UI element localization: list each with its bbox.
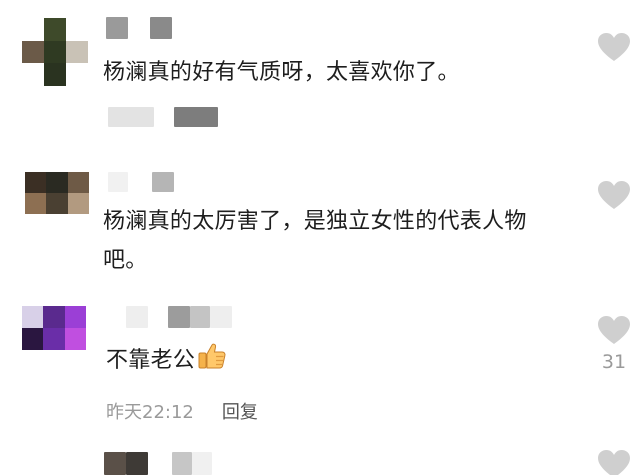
comment-text: 吧。 [103, 248, 148, 273]
comment-meta [108, 107, 154, 127]
like-button[interactable] [594, 449, 634, 475]
comment-text: 杨澜真的好有气质呀，太喜欢你了。 [103, 60, 460, 85]
reply-button[interactable] [174, 107, 218, 127]
heart-icon [598, 450, 630, 475]
username[interactable] [190, 306, 210, 328]
username[interactable] [104, 452, 126, 475]
like-button[interactable] [594, 180, 634, 210]
like-button[interactable] [594, 32, 634, 62]
comment-text: 不靠老公 [106, 341, 227, 380]
avatar[interactable] [25, 172, 89, 214]
comment-text: 杨澜真的太厉害了，是独立女性的代表人物 [103, 209, 527, 234]
username[interactable] [210, 306, 232, 328]
heart-icon [598, 316, 630, 344]
comment-time: 昨天22:12 [106, 402, 194, 423]
username[interactable] [106, 17, 128, 39]
username[interactable] [152, 172, 174, 192]
comment-text-body: 不靠老公 [106, 348, 196, 373]
comment-meta: 昨天22:12 回复 [106, 398, 258, 424]
username[interactable] [126, 306, 148, 328]
username[interactable] [126, 452, 148, 475]
comment-list: 杨澜真的好有气质呀，太喜欢你了。 杨澜真的太厉害了，是独立女性的代表人物 吧。 [0, 0, 640, 475]
heart-icon [598, 33, 630, 61]
avatar[interactable] [22, 306, 86, 350]
like-count: 31 [601, 351, 627, 373]
like-button[interactable]: 31 [594, 315, 634, 373]
reply-button[interactable]: 回复 [222, 402, 258, 423]
username[interactable] [172, 452, 192, 475]
username[interactable] [168, 306, 190, 328]
heart-icon [598, 181, 630, 209]
thumbs-up-icon [198, 343, 226, 369]
username[interactable] [108, 172, 128, 192]
username[interactable] [150, 17, 172, 39]
username[interactable] [192, 452, 212, 475]
avatar[interactable] [22, 18, 88, 86]
